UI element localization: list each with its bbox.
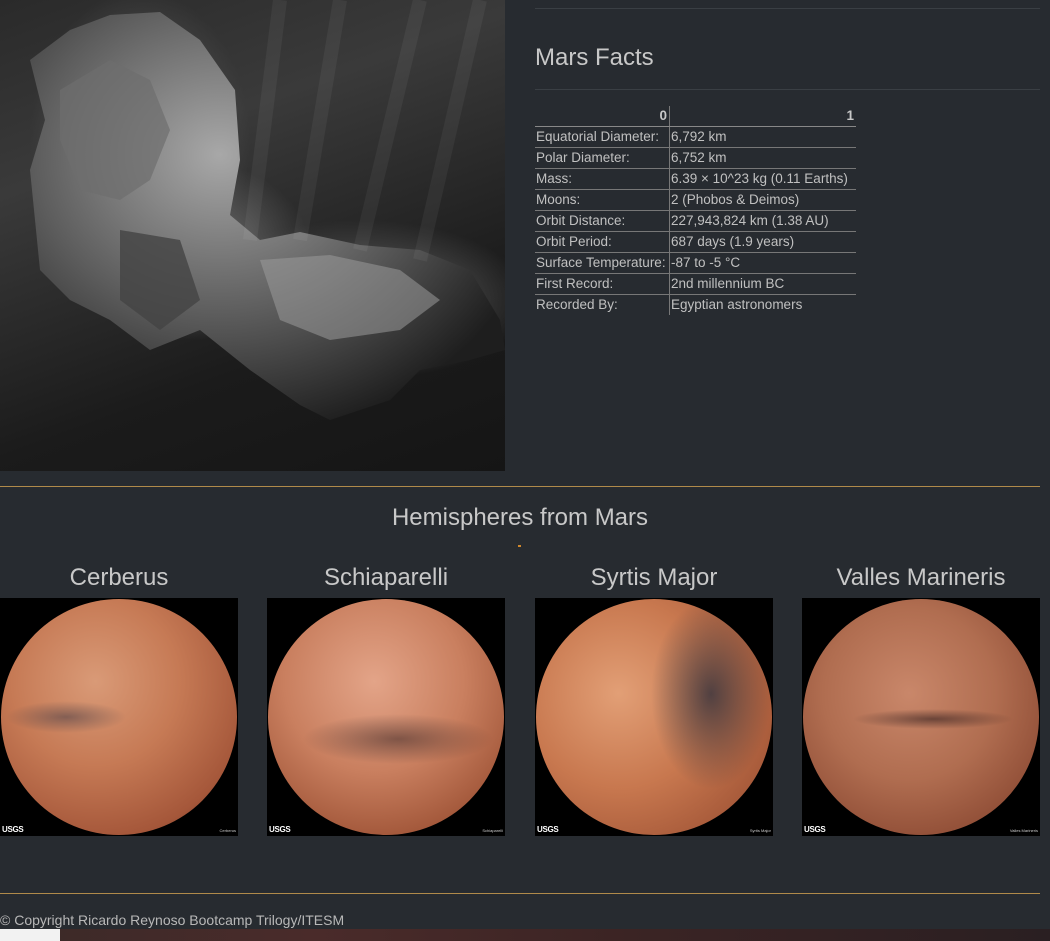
hemisphere-image[interactable]: USGS Syrtis Major <box>535 598 773 836</box>
table-row: Moons: 2 (Phobos & Deimos) <box>535 189 856 211</box>
fact-label: Polar Diameter: <box>535 147 670 169</box>
mars-facts-table: 0 1 Equatorial Diameter: 6,792 km Polar … <box>535 106 856 315</box>
fact-value: 687 days (1.9 years) <box>669 231 856 253</box>
fact-label: Equatorial Diameter: <box>535 126 670 148</box>
top-divider <box>535 8 1040 9</box>
page: Mars Facts 0 1 Equatorial Diameter: 6,79… <box>0 0 1050 941</box>
table-row: Polar Diameter: 6,752 km <box>535 147 856 169</box>
footer-divider <box>0 893 1040 894</box>
hemisphere-image[interactable]: USGS Valles Marineris <box>802 598 1040 836</box>
hemisphere-card-schiaparelli[interactable]: Schiaparelli USGS Schiaparelli <box>267 562 505 836</box>
table-row: First Record: 2nd millennium BC <box>535 273 856 295</box>
title-accent-mark <box>518 545 521 547</box>
table-header-row: 0 1 <box>535 106 856 127</box>
usgs-logo: USGS <box>2 825 24 834</box>
fact-value: -87 to -5 °C <box>669 252 856 274</box>
hemisphere-card-syrtis-major[interactable]: Syrtis Major USGS Syrtis Major <box>535 562 773 836</box>
fact-value: Egyptian astronomers <box>671 297 803 312</box>
comet-illustration <box>30 0 505 420</box>
window-taskbar-strip <box>0 929 1050 941</box>
section-divider <box>0 486 1040 487</box>
usgs-logo: USGS <box>269 825 291 834</box>
canyon-region <box>803 599 1039 835</box>
hemispheres-title: Hemispheres from Mars <box>391 504 649 531</box>
fact-label: Mass: <box>535 168 670 190</box>
fact-label: Moons: <box>535 189 670 211</box>
fact-label: Surface Temperature: <box>535 252 670 274</box>
hemisphere-card-valles-marineris[interactable]: Valles Marineris USGS Valles Marineris <box>802 562 1040 836</box>
dark-region <box>536 599 772 835</box>
hemisphere-image[interactable]: USGS Schiaparelli <box>267 598 505 836</box>
dark-region <box>268 599 504 835</box>
fact-value: 2nd millennium BC <box>669 273 856 295</box>
image-credit: Valles Marineris <box>1009 828 1038 833</box>
fact-value: 227,943,824 km (1.38 AU) <box>669 210 856 232</box>
hemisphere-name: Cerberus <box>69 564 169 591</box>
usgs-logo: USGS <box>804 825 826 834</box>
table-row: Surface Temperature: -87 to -5 °C <box>535 252 856 274</box>
hemisphere-name: Schiaparelli <box>323 564 449 591</box>
usgs-logo: USGS <box>537 825 559 834</box>
table-row: Orbit Period: 687 days (1.9 years) <box>535 231 856 253</box>
image-credit: Schiaparelli <box>482 828 503 833</box>
table-row: Equatorial Diameter: 6,792 km <box>535 126 856 148</box>
fact-value: 2 (Phobos & Deimos) <box>669 189 856 211</box>
taskbar-start-area <box>0 929 60 941</box>
fact-value: 6.39 × 10^23 kg (0.11 Earths) <box>669 168 856 190</box>
fact-label: Orbit Distance: <box>535 210 670 232</box>
fact-label: Recorded By: <box>535 294 670 315</box>
copyright-footer: © Copyright Ricardo Reynoso Bootcamp Tri… <box>0 912 345 928</box>
featured-image <box>0 0 505 471</box>
hemisphere-name: Syrtis Major <box>590 564 718 591</box>
table-row: Orbit Distance: 227,943,824 km (1.38 AU) <box>535 210 856 232</box>
hemisphere-name: Valles Marineris <box>836 564 1006 591</box>
column-header-1: 1 <box>669 106 856 127</box>
image-credit: Cerberus <box>219 828 236 833</box>
facts-title: Mars Facts <box>535 44 654 71</box>
table-row: Mass: 6.39 × 10^23 kg (0.11 Earths) <box>535 168 856 190</box>
fact-label: Orbit Period: <box>535 231 670 253</box>
fact-label: First Record: <box>535 273 670 295</box>
fact-value: 6,752 km <box>669 147 856 169</box>
image-credit: Syrtis Major <box>749 828 771 833</box>
dark-region <box>1 599 237 835</box>
hemisphere-image[interactable]: USGS Cerberus <box>0 598 238 836</box>
facts-title-divider <box>535 89 1040 90</box>
hemisphere-card-cerberus[interactable]: Cerberus USGS Cerberus <box>0 562 238 836</box>
fact-value: 6,792 km <box>669 126 856 148</box>
table-row: Recorded By: Egyptian astronomers <box>535 294 856 315</box>
column-header-0: 0 <box>535 106 670 127</box>
